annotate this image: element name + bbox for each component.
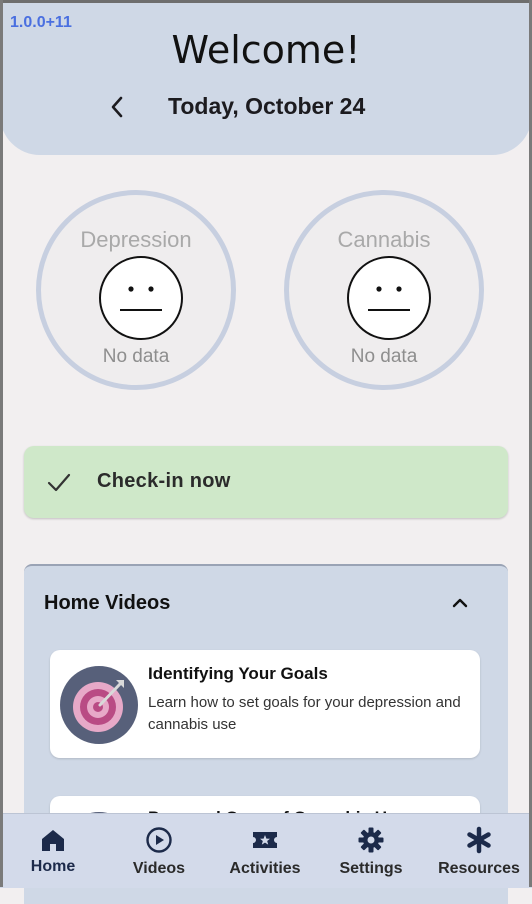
- asterisk-icon: [467, 826, 491, 854]
- neutral-face-icon: [347, 256, 431, 340]
- nav-home[interactable]: Home: [0, 814, 106, 888]
- neutral-face-icon: [99, 256, 183, 340]
- checkin-label: Check-in now: [97, 470, 231, 492]
- checkin-button[interactable]: Check-in now: [24, 446, 508, 518]
- nav-label: Resources: [438, 860, 520, 877]
- check-icon: [47, 473, 71, 492]
- left-edge: [0, 0, 3, 887]
- chevron-up-icon: [452, 598, 468, 608]
- video-title: Identifying Your Goals: [148, 664, 328, 683]
- header: 1.0.0+11 Welcome! Today, October 24: [0, 0, 532, 155]
- nav-label: Activities: [229, 860, 301, 877]
- home-icon: [42, 830, 64, 851]
- gauge-status: No data: [350, 346, 418, 367]
- gauge-title: Cannabis: [337, 227, 431, 252]
- collapse-button[interactable]: [449, 592, 471, 614]
- nav-resources[interactable]: Resources: [426, 814, 532, 888]
- chevron-left-icon: [111, 96, 123, 118]
- ticket-icon: [253, 832, 277, 848]
- previous-day-button[interactable]: [104, 92, 130, 122]
- page-title: Welcome!: [171, 28, 361, 72]
- nav-settings[interactable]: Settings: [318, 814, 424, 888]
- nav-label: Videos: [132, 860, 186, 877]
- gauge-title: Depression: [80, 227, 192, 252]
- gear-icon: [358, 827, 384, 853]
- video-card[interactable]: Identifying Your Goals Learn how to set …: [50, 650, 480, 758]
- nav-label: Home: [30, 858, 76, 875]
- target-icon: [60, 666, 138, 744]
- depression-gauge[interactable]: Depression No data: [36, 190, 236, 390]
- play-circle-icon: [146, 827, 172, 853]
- video-description: Learn how to set goals for your depressi…: [148, 694, 461, 733]
- nav-activities[interactable]: Activities: [212, 814, 318, 888]
- nav-label: Settings: [339, 860, 403, 877]
- current-date: Today, October 24: [168, 93, 366, 119]
- home-videos-title: Home Videos: [44, 592, 171, 614]
- top-edge: [0, 0, 532, 3]
- nav-videos[interactable]: Videos: [106, 814, 212, 888]
- cannabis-gauge[interactable]: Cannabis No data: [284, 190, 484, 390]
- gauge-status: No data: [102, 346, 170, 367]
- bottom-navigation: Home Videos Activities Settings Resource…: [0, 813, 532, 888]
